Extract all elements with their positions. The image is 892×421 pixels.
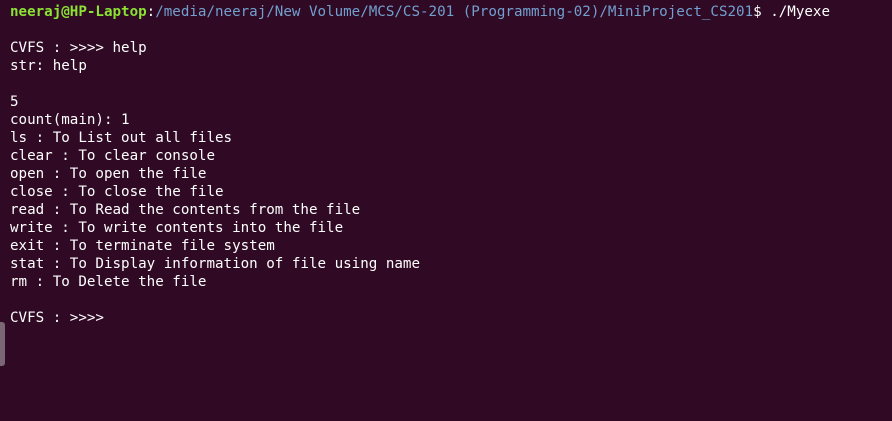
help-entry-write: write : To write contents into the file	[10, 220, 344, 236]
prompt-separator: :	[146, 4, 156, 20]
help-entry-open: open : To open the file	[10, 166, 207, 182]
terminal-output-line: count(main): 1	[10, 112, 130, 128]
help-entry-exit: exit : To terminate file system	[10, 238, 275, 254]
terminal-output-line: str: help	[10, 58, 87, 74]
prompt-symbol: $	[753, 4, 762, 20]
help-entry-clear: clear : To clear console	[10, 148, 215, 164]
cvfs-prompt-help: CVFS : >>>> help	[10, 40, 147, 56]
help-entry-read: read : To Read the contents from the fil…	[10, 202, 361, 218]
shell-prompt-line: neeraj@HP-Laptop:/media/neeraj/New Volum…	[10, 3, 892, 21]
help-entry-close: close : To close the file	[10, 184, 224, 200]
terminal-output-line: 5	[10, 94, 19, 110]
help-entry-rm: rm : To Delete the file	[10, 274, 207, 290]
prompt-user-host: neeraj@HP-Laptop	[10, 4, 147, 20]
prompt-path: /media/neeraj/New Volume/MCS/CS-201 (Pro…	[155, 4, 754, 20]
cvfs-prompt-current[interactable]: CVFS : >>>>	[10, 309, 892, 327]
terminal-window[interactable]: neeraj@HP-Laptop:/media/neeraj/New Volum…	[10, 3, 892, 421]
prompt-command: ./Myexe	[761, 4, 831, 20]
scrollbar-thumb[interactable]	[0, 322, 5, 366]
help-entry-stat: stat : To Display information of file us…	[10, 256, 420, 272]
help-entry-ls: ls : To List out all files	[10, 130, 233, 146]
